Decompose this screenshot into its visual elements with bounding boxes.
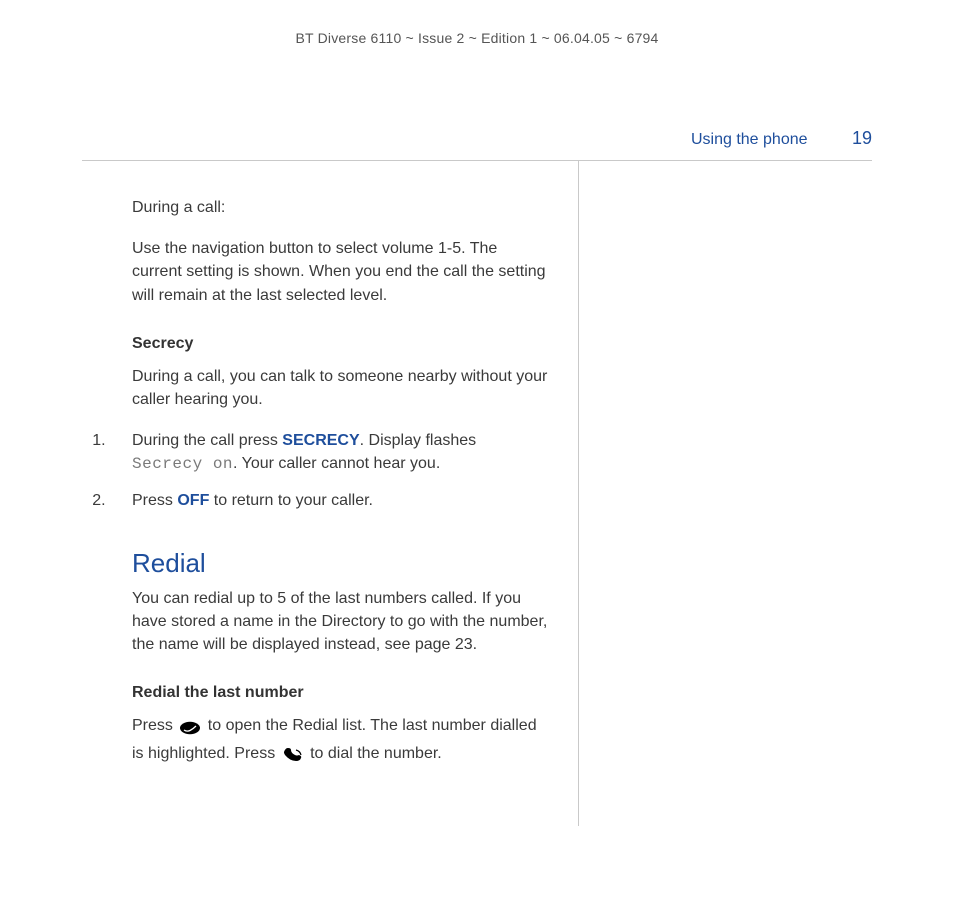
redial-post: to dial the number. [310,745,442,762]
redial-button-icon [179,719,201,742]
step1-mid: . Display flashes [360,432,477,449]
during-call-lead: During a call: [132,196,548,219]
step2-pre: Press [132,492,177,509]
page-number: 19 [852,128,872,149]
right-column [579,160,872,826]
redial-last-number-text: Press to open the Redial list. The last … [132,714,548,770]
display-text-secrecy-on: Secrecy on [132,455,233,473]
keyword-off: OFF [177,492,209,509]
step2-post: to return to your caller. [209,492,373,509]
secrecy-step-2: Press OFF to return to your caller. [110,489,548,512]
running-header: Using the phone 19 [691,128,872,149]
redial-title: Redial [132,548,548,579]
step1-pre: During the call press [132,432,282,449]
redial-intro: You can redial up to 5 of the last numbe… [132,587,548,657]
doc-header: BT Diverse 6110 ~ Issue 2 ~ Edition 1 ~ … [0,30,954,46]
section-name: Using the phone [691,131,808,148]
secrecy-intro: During a call, you can talk to someone n… [132,365,548,411]
secrecy-heading: Secrecy [132,335,548,353]
phone-dial-icon [282,747,304,770]
keyword-secrecy: SECRECY [282,432,359,449]
two-column-layout: During a call: Use the navigation button… [82,160,872,826]
document-page: BT Diverse 6110 ~ Issue 2 ~ Edition 1 ~ … [0,0,954,906]
left-column: During a call: Use the navigation button… [82,160,579,826]
redial-last-number-heading: Redial the last number [132,684,548,702]
volume-instructions: Use the navigation button to select volu… [132,237,548,307]
secrecy-steps: During the call press SECRECY. Display f… [110,429,548,512]
step1-post: . Your caller cannot hear you. [233,455,440,472]
redial-pre: Press [132,717,177,734]
secrecy-step-1: During the call press SECRECY. Display f… [110,429,548,476]
